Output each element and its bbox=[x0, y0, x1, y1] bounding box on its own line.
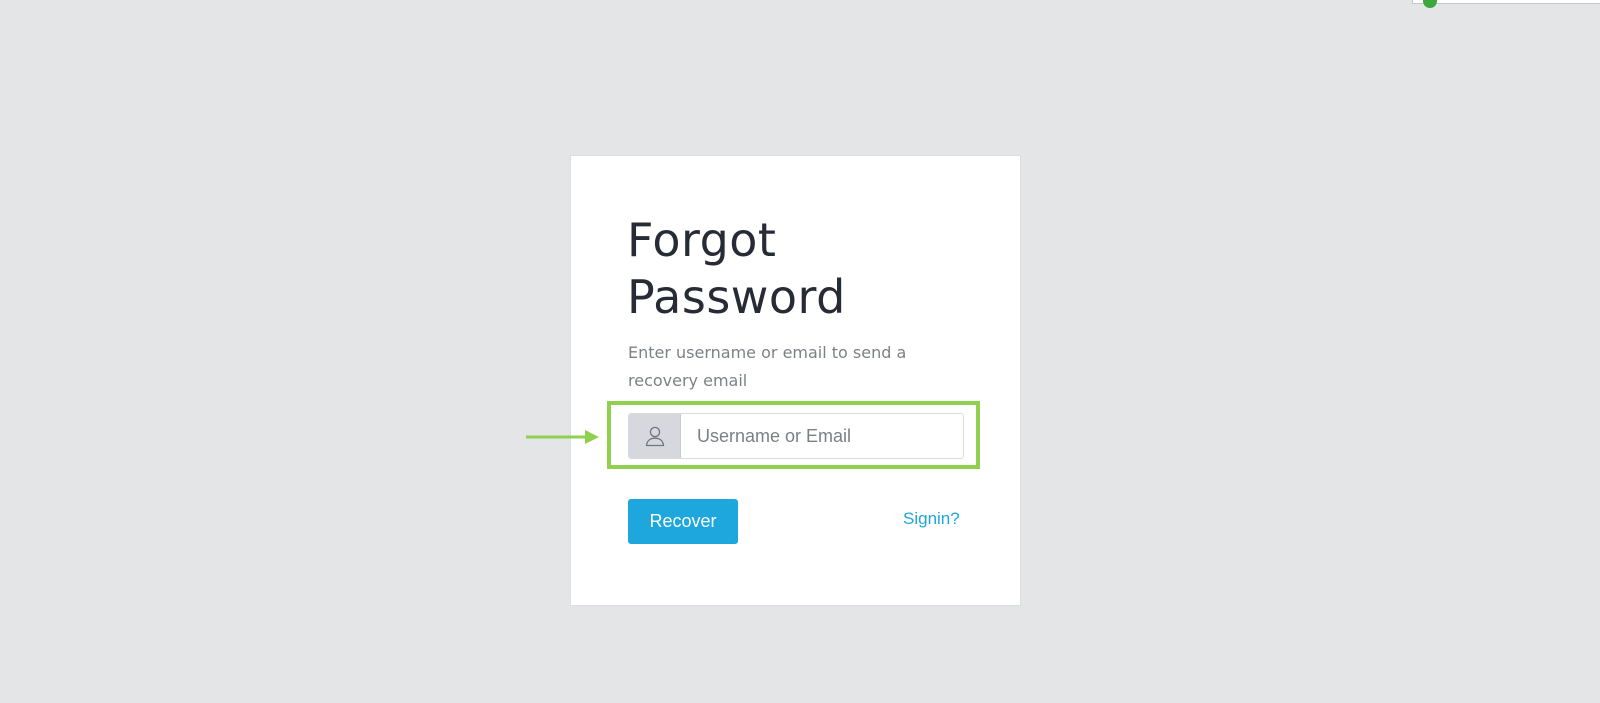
status-dot-icon bbox=[1423, 0, 1437, 8]
user-icon bbox=[629, 414, 681, 458]
username-email-input[interactable] bbox=[681, 414, 963, 458]
username-input-group bbox=[628, 413, 964, 459]
forgot-password-card: Forgot Password Enter username or email … bbox=[570, 155, 1021, 606]
title-line-1: Forgot bbox=[627, 213, 777, 267]
corner-widget bbox=[1412, 0, 1600, 8]
page-subtitle: Enter username or email to send a recove… bbox=[628, 343, 907, 390]
recover-button[interactable]: Recover bbox=[628, 499, 738, 544]
signin-link[interactable]: Signin? bbox=[903, 509, 960, 529]
title-line-2: Password bbox=[627, 270, 846, 324]
page-title: Forgot Password bbox=[627, 212, 846, 326]
